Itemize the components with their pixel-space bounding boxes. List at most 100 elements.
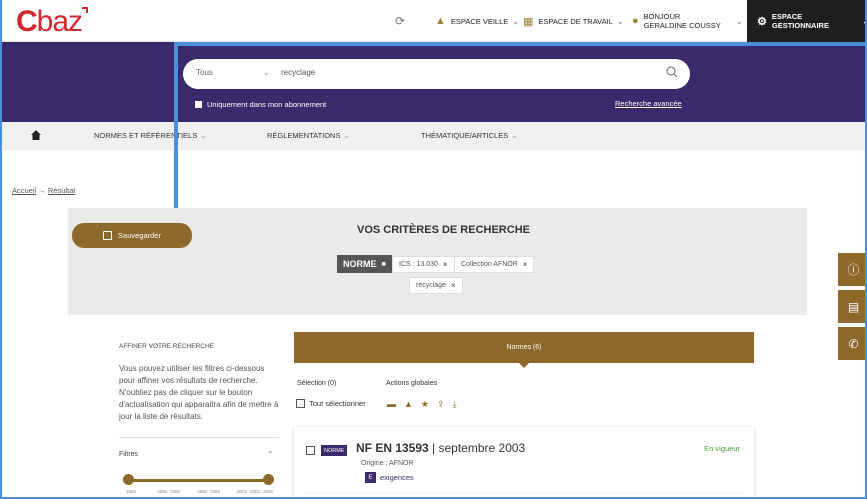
close-icon[interactable]: ×	[451, 281, 456, 290]
breadcrumb: Accueil → Résultat	[12, 186, 75, 195]
nav-thematique[interactable]: THÉMATIQUE/ARTICLES ⌄	[421, 131, 518, 140]
divider	[119, 437, 279, 438]
breadcrumb-home[interactable]: Accueil	[12, 186, 36, 195]
global-actions-label: Actions globales	[386, 380, 437, 387]
info-tab[interactable]: ⓘ	[838, 253, 865, 286]
result-card[interactable]: NORME NF EN 13593 | septembre 2003 Origi…	[294, 427, 754, 497]
history-icon[interactable]: ⟳	[395, 0, 405, 42]
espace-gestionnaire-menu[interactable]: ⚙ ESPACE GESTIONNAIRE ⌄	[747, 0, 865, 42]
year-tick: 1999	[210, 489, 221, 494]
subscription-label: Uniquement dans mon abonnement	[207, 100, 327, 109]
phone-icon: ✆	[848, 336, 859, 351]
select-all-checkbox[interactable]: Tout sélectionner	[296, 399, 366, 408]
user-greeting: BONJOUR	[643, 12, 681, 21]
close-icon[interactable]: ×	[443, 260, 448, 269]
result-title[interactable]: NF EN 13593 | septembre 2003	[356, 441, 525, 455]
year-tick: 1996	[170, 489, 181, 494]
filters-title: AFFINER VOTRE RECHERCHE	[119, 343, 214, 350]
save-icon	[103, 231, 113, 240]
search-criteria-panel: Sauvegarder VOS CRITÈRES DE RECHERCHE NO…	[68, 208, 807, 315]
year-tick: 2003	[263, 489, 274, 494]
criteria-chip: Collection AFNOR ×	[454, 256, 535, 273]
logo-letter: C	[16, 5, 38, 38]
chip-label: Collection AFNOR	[461, 261, 518, 268]
criteria-title: VOS CRITÈRES DE RECHERCHE	[357, 224, 530, 236]
chip-label: recyclage	[416, 282, 446, 289]
phone-tab[interactable]: ✆	[838, 327, 865, 360]
chevron-up-icon[interactable]: ⌃	[267, 450, 274, 459]
user-menu[interactable]: ● BONJOUR GERALDINE COUSSY	[632, 0, 721, 42]
result-checkbox[interactable]	[306, 446, 315, 455]
search-icon[interactable]	[666, 66, 678, 78]
star-icon[interactable]: ★	[421, 399, 429, 410]
divider	[306, 492, 742, 493]
chip-label: ICS : 13.030	[399, 261, 438, 268]
main-nav: NORMES ET RÉFÉRENTIELS ⌄ RÉGLEMENTATIONS ⌄…	[2, 122, 865, 150]
filtres-label: Filtres	[119, 451, 139, 458]
criteria-chip: ICS : 13.030 ×	[392, 256, 455, 273]
year-tick: 1998	[197, 489, 208, 494]
bell-icon: ▲	[435, 15, 446, 27]
subscription-only-checkbox[interactable]: Uniquement dans mon abonnement	[195, 100, 326, 109]
download-icon[interactable]: ⤓	[453, 399, 457, 410]
logo-text: baz	[36, 5, 83, 38]
annotation-line	[174, 42, 178, 208]
year-tick: 2002	[250, 489, 261, 494]
global-actions: ▬ ▲ ★ ⇪ ⤓	[387, 399, 457, 410]
tab-normes-label: Normes (6)	[506, 344, 542, 351]
year-tick: 2001	[237, 489, 248, 494]
nav-reglementations[interactable]: RÉGLEMENTATIONS ⌄	[267, 131, 350, 140]
gestionnaire-label: ESPACE GESTIONNAIRE	[771, 12, 829, 30]
year-slider-track[interactable]	[128, 479, 268, 482]
user-icon: ●	[632, 14, 639, 27]
result-reference: NF EN 13593	[356, 441, 429, 455]
year-tick: 1992	[126, 489, 137, 494]
feedback-tab[interactable]: ▤	[838, 290, 865, 323]
select-all-label: Tout sélectionner	[309, 399, 366, 408]
year-slider-handle-start[interactable]	[123, 474, 134, 485]
keyword-badge: E	[365, 472, 376, 483]
chevron-down-icon[interactable]: ⌄	[263, 68, 270, 77]
info-icon: ⓘ	[847, 263, 860, 277]
folder-icon[interactable]: ▬	[387, 399, 396, 410]
page: Cbaz ⟳ ▲ ESPACE VEILLE ⌄ ▦ ESPACE DE TRA…	[0, 0, 867, 499]
result-origin: Origine : AFNOR	[361, 460, 414, 467]
result-keyword[interactable]: exigences	[380, 473, 414, 482]
top-bar: Cbaz ⟳ ▲ ESPACE VEILLE ⌄ ▦ ESPACE DE TRA…	[2, 0, 865, 42]
search-box: Tous ⌄ recyclage	[183, 59, 690, 89]
gear-icon: ⚙	[757, 15, 767, 28]
chevron-down-icon: ⌄	[616, 16, 624, 26]
espace-veille-menu[interactable]: ▲ ESPACE VEILLE ⌄	[435, 0, 519, 42]
advanced-search-link[interactable]: Recherche avancée	[615, 99, 682, 108]
year-tick: 1995	[157, 489, 168, 494]
selection-count: Sélection (0)	[297, 380, 337, 387]
chevron-down-icon: ⌄	[862, 17, 865, 26]
checkbox-icon	[296, 399, 305, 408]
year-slider-handle-end[interactable]	[263, 474, 274, 485]
tab-normes[interactable]: Normes (6)	[294, 332, 754, 368]
search-input[interactable]: recyclage	[281, 68, 315, 77]
result-type-badge: NORME	[321, 445, 348, 456]
document-icon: ■	[381, 260, 386, 268]
criteria-chip: recyclage ×	[409, 277, 463, 294]
search-scope-select[interactable]: Tous	[196, 68, 213, 77]
veille-label: ESPACE VEILLE	[450, 16, 509, 26]
espace-travail-menu[interactable]: ▦ ESPACE DE TRAVAIL ⌄	[523, 0, 624, 42]
chevron-down-icon[interactable]: ⌄	[736, 0, 743, 42]
nav-normes[interactable]: NORMES ET RÉFÉRENTIELS ⌄	[94, 131, 207, 140]
filters-help-text: Vous pouvez utiliser les filtres ci-dess…	[119, 364, 279, 421]
result-date: | septembre 2003	[432, 441, 526, 455]
chevron-down-icon: ⌄	[512, 16, 519, 26]
save-button[interactable]: Sauvegarder	[72, 223, 192, 248]
chevron-down-icon: ⌄	[343, 131, 350, 140]
home-icon[interactable]	[31, 130, 41, 140]
close-icon[interactable]: ×	[523, 260, 528, 269]
cobaz-logo[interactable]: Cbaz	[16, 5, 89, 39]
breadcrumb-current[interactable]: Résultat	[48, 186, 76, 195]
norme-tag: NORME ■	[337, 255, 392, 273]
bell-icon[interactable]: ▲	[404, 399, 413, 410]
save-label: Sauvegarder	[118, 231, 161, 240]
search-band: Tous ⌄ recyclage Uniquement dans mon abo…	[2, 42, 865, 122]
breadcrumb-arrow: →	[38, 186, 46, 195]
export-icon[interactable]: ⇪	[437, 399, 445, 410]
